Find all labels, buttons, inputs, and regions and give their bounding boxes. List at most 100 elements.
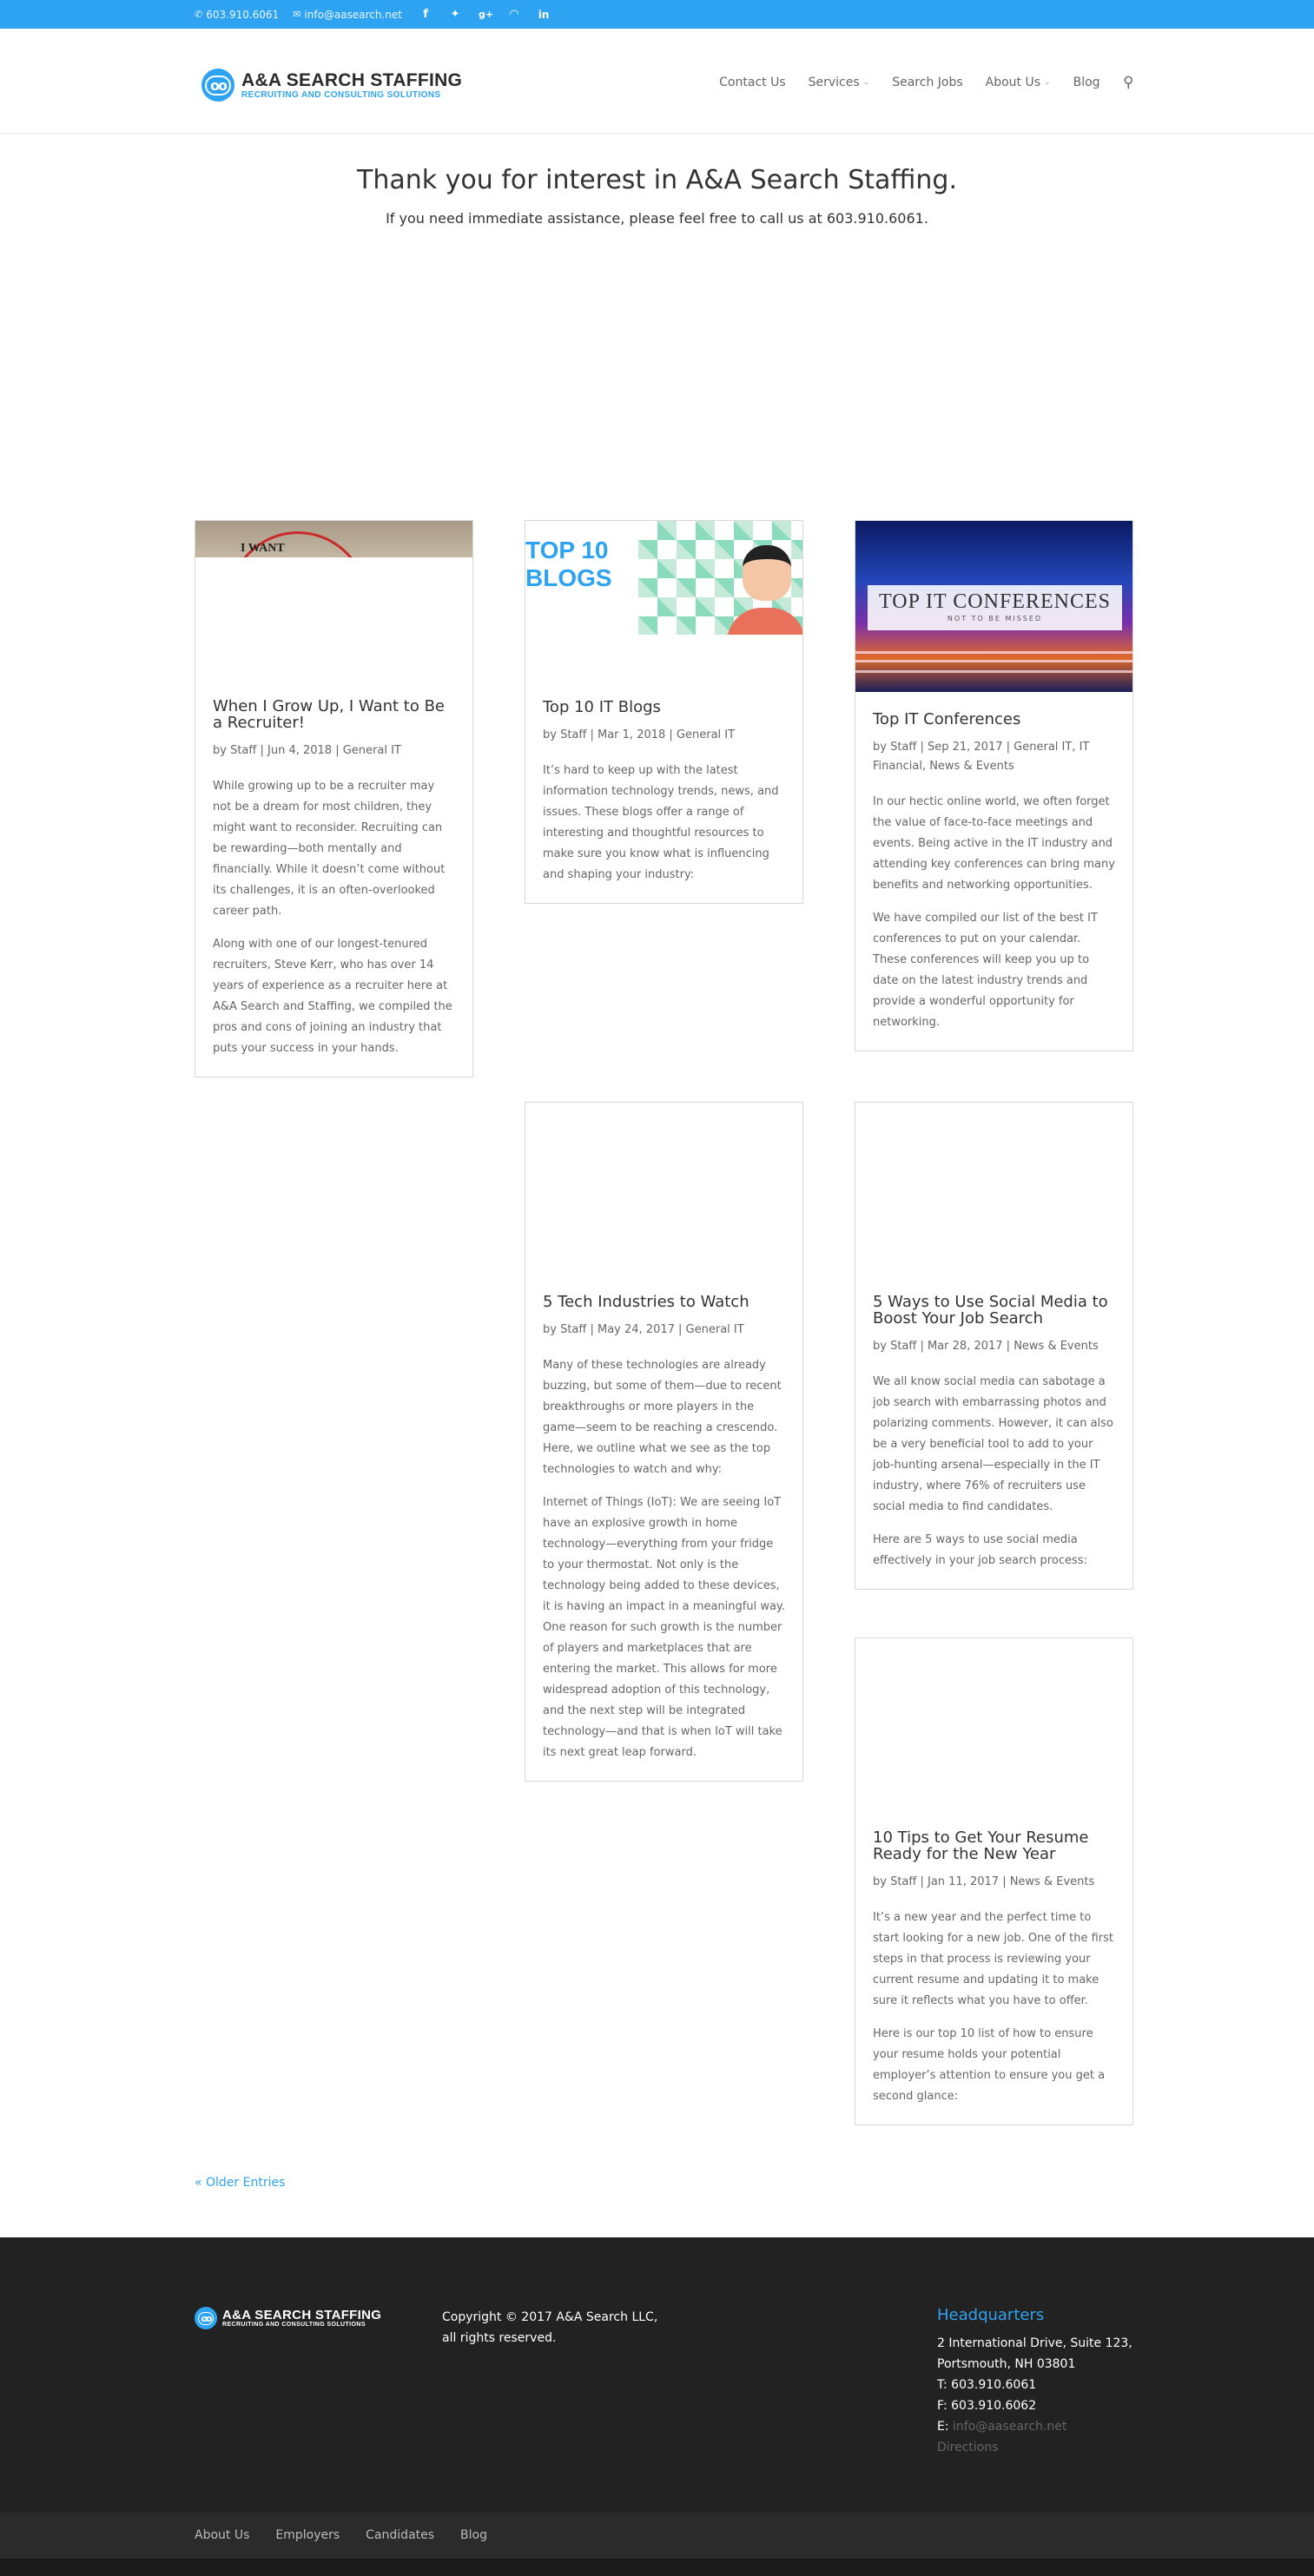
post-title[interactable]: 10 Tips to Get Your Resume Ready for the…	[873, 1829, 1115, 1862]
post-excerpt: We have compiled our list of the best IT…	[873, 912, 1098, 1029]
thumbnail-subtext: NOT TO BE MISSED	[947, 615, 1043, 623]
hq-email-label: E:	[937, 2420, 949, 2434]
post-excerpt: Here is our top 10 list of how to ensure…	[873, 2027, 1106, 2103]
nav-search-jobs[interactable]: Search Jobs	[892, 76, 962, 89]
thumbnail-banner: TOP IT CONFERENCES NOT TO BE MISSED	[868, 585, 1122, 630]
post-excerpt: In our hectic online world, we often for…	[873, 795, 1115, 892]
post-excerpt: Here are 5 ways to use social media effe…	[873, 1533, 1087, 1567]
footer-bottom-bar: About Us Employers Candidates Blog	[0, 2513, 1314, 2559]
hq-phone: T: 603.910.6061	[937, 2378, 1037, 2392]
footer-logo-line1: A&A SEARCH STAFFING	[222, 2308, 382, 2322]
hq-email-row: E: info@aasearch.net	[937, 2416, 1146, 2437]
linkedin-icon[interactable]: in	[538, 9, 550, 21]
site-footer: oo A&A SEARCH STAFFING RECRUITING AND CO…	[0, 2237, 1314, 2513]
post-excerpt: Many of these technologies are already b…	[543, 1359, 782, 1476]
nav-label: Blog	[1073, 76, 1100, 89]
post-title[interactable]: Top 10 IT Blogs	[543, 699, 785, 715]
post-excerpt: It’s a new year and the perfect time to …	[873, 1911, 1114, 2007]
post-thumbnail[interactable]	[855, 1103, 1132, 1280]
facebook-icon[interactable]: f	[419, 8, 432, 21]
post-thumbnail[interactable]	[525, 1103, 802, 1280]
thumbnail-text: I WANT	[241, 542, 285, 555]
light-trail	[855, 651, 1132, 654]
footer-copyright: Copyright © 2017 A&A Search LLC, all rig…	[442, 2310, 658, 2345]
footer-link-candidates[interactable]: Candidates	[366, 2528, 434, 2542]
blog-post-card: 5 Tech Industries to Watch by Staff | Ma…	[525, 1102, 803, 1782]
page-title: Thank you for interest in A&A Search Sta…	[357, 165, 957, 195]
older-entries-link[interactable]: « Older Entries	[195, 2176, 285, 2190]
site-logo[interactable]: oo A&A SEARCH STAFFING RECRUITING AND CO…	[201, 69, 462, 102]
footer-headquarters: Headquarters 2 International Drive, Suit…	[937, 2305, 1146, 2458]
google-plus-icon[interactable]: g+	[479, 9, 493, 20]
logo-line1: A&A SEARCH STAFFING	[241, 69, 463, 90]
post-title[interactable]: 5 Tech Industries to Watch	[543, 1294, 785, 1310]
footer-end-bar	[0, 2559, 1314, 2576]
nav-label: Search Jobs	[892, 76, 963, 89]
thumbnail-text: BLOGS	[525, 564, 612, 591]
footer-link-blog[interactable]: Blog	[460, 2528, 487, 2542]
blog-post-card: I WANT When I Grow Up, I Want to Be a Re…	[195, 520, 473, 1077]
logo-mark-letters: oo	[205, 75, 231, 96]
main-nav: Contact Us Services ⌄ Search Jobs About U…	[697, 74, 1133, 91]
post-meta: by Staff | Mar 28, 2017 | News & Events	[873, 1340, 1099, 1353]
nav-label: Services	[808, 76, 860, 89]
light-trail	[855, 670, 1132, 673]
post-meta: by Staff | May 24, 2017 | General IT	[543, 1323, 744, 1336]
post-thumbnail[interactable]: I WANT	[195, 521, 472, 557]
footer-logo[interactable]: oo A&A SEARCH STAFFING RECRUITING AND CO…	[195, 2307, 381, 2329]
topbar-email[interactable]: ✉ info@aasearch.net	[293, 9, 402, 21]
thumbnail-blank-area	[525, 635, 802, 699]
thumbnail-text: TOP 10	[525, 537, 609, 563]
light-trail	[855, 660, 1132, 662]
logo-mark-icon: oo	[201, 69, 234, 102]
nav-services[interactable]: Services ⌄	[809, 76, 870, 89]
hq-address-line2: Portsmouth, NH 03801	[937, 2357, 1076, 2371]
topbar-email-text: info@aasearch.net	[304, 8, 403, 21]
thumbnail-blank-area	[195, 557, 472, 698]
post-meta: by Staff | Mar 1, 2018 | General IT	[543, 728, 736, 741]
rss-icon[interactable]: ◠	[508, 8, 520, 21]
hq-directions-link[interactable]: Directions	[937, 2437, 1146, 2458]
person-face-illustration	[743, 545, 791, 601]
post-excerpt: Internet of Things (IoT): We are seeing …	[543, 1496, 785, 1759]
post-title[interactable]: Top IT Conferences	[873, 711, 1115, 728]
chevron-down-icon: ⌄	[1044, 78, 1051, 87]
logo-line2: RECRUITING AND CONSULTING SOLUTIONS	[241, 89, 441, 100]
post-thumbnail[interactable]: TOP 10 BLOGS	[525, 521, 802, 635]
post-excerpt: While growing up to be a recruiter may n…	[213, 780, 446, 918]
nav-contact-us[interactable]: Contact Us	[719, 76, 785, 89]
envelope-icon: ✉	[293, 9, 301, 20]
logo-mark-icon: oo	[195, 2307, 217, 2329]
twitter-icon[interactable]: ✦	[449, 8, 461, 21]
nav-about-us[interactable]: About Us ⌄	[986, 76, 1051, 89]
footer-link-employers[interactable]: Employers	[275, 2528, 340, 2542]
nav-blog[interactable]: Blog	[1073, 76, 1100, 89]
topbar-phone[interactable]: ✆ 603.910.6061	[195, 9, 279, 21]
hq-email-link[interactable]: info@aasearch.net	[953, 2420, 1066, 2434]
blog-post-card: TOP 10 BLOGS Top 10 IT Blogs by Staff | …	[525, 520, 803, 904]
post-thumbnail[interactable]: TOP IT CONFERENCES NOT TO BE MISSED	[855, 521, 1132, 692]
post-excerpt: We all know social media can sabotage a …	[873, 1375, 1113, 1513]
site-header: oo A&A SEARCH STAFFING RECRUITING AND CO…	[0, 29, 1314, 134]
nav-label: About Us	[985, 76, 1041, 89]
thumbnail-text: TOP IT CONFERENCES	[879, 590, 1111, 613]
hq-title: Headquarters	[937, 2306, 1045, 2324]
post-title[interactable]: 5 Ways to Use Social Media to Boost Your…	[873, 1294, 1115, 1327]
post-excerpt: Along with one of our longest-tenured re…	[213, 938, 452, 1055]
blog-post-card: 5 Ways to Use Social Media to Boost Your…	[855, 1102, 1133, 1590]
search-icon[interactable]: ⚲	[1123, 74, 1133, 91]
post-excerpt: It’s hard to keep up with the latest inf…	[543, 764, 779, 881]
nav-label: Contact Us	[719, 76, 786, 89]
footer-logo-line2: RECRUITING AND CONSULTING SOLUTIONS	[222, 2322, 366, 2328]
post-meta: by Staff | Sep 21, 2017 | General IT, IT…	[873, 741, 1090, 773]
post-thumbnail[interactable]	[855, 1638, 1132, 1815]
blog-post-card: TOP IT CONFERENCES NOT TO BE MISSED Top …	[855, 520, 1133, 1051]
post-meta: by Staff | Jan 11, 2017 | News & Events	[873, 1875, 1095, 1888]
footer-nav: About Us Employers Candidates Blog	[195, 2528, 513, 2542]
social-links: f ✦ g+ ◠ in	[419, 8, 550, 21]
post-title[interactable]: When I Grow Up, I Want to Be a Recruiter…	[213, 698, 455, 731]
phone-icon: ✆	[195, 9, 203, 20]
post-meta: by Staff | Jun 4, 2018 | General IT	[213, 744, 401, 757]
footer-link-about-us[interactable]: About Us	[195, 2528, 249, 2542]
page-subtitle: If you need immediate assistance, please…	[386, 210, 928, 227]
